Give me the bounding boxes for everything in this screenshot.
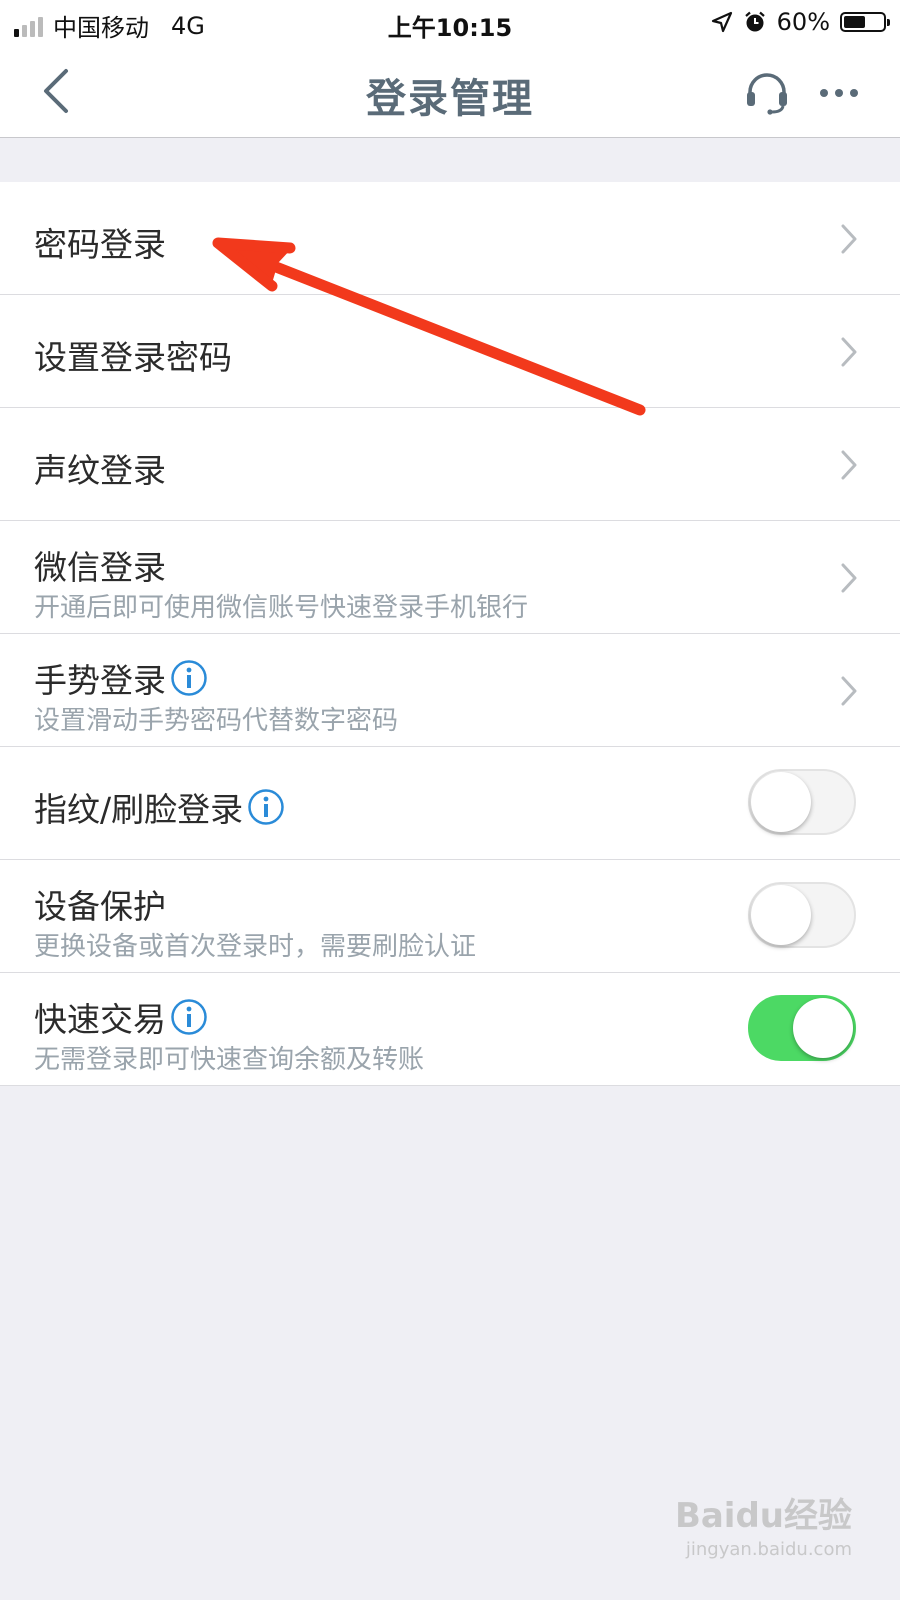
settings-row-set-login-password[interactable]: 设置登录密码 [0,295,900,408]
settings-row-title: 密码登录 [34,218,166,266]
chevron-right-icon [841,224,857,254]
settings-row-label: 密码登录 [34,225,166,264]
settings-row-label: 设置登录密码 [34,338,232,377]
settings-row-title: 声纹登录 [34,444,166,492]
settings-row-title: 手势登录 [34,654,208,702]
chevron-right-icon [841,450,857,480]
watermark-url: jingyan.baidu.com [685,1539,852,1560]
watermark-logo: Baidu经验 [674,1496,852,1536]
settings-row-subtitle: 无需登录即可快速查询余额及转账 [34,1045,425,1075]
status-bar: 中国移动 4G 上午10:15 60% [0,0,900,46]
toggle-switch[interactable] [748,995,856,1061]
battery-icon [840,12,890,32]
chevron-right-icon [841,337,857,367]
settings-row-voiceprint-login[interactable]: 声纹登录 [0,408,900,521]
settings-row-label: 设备保护 [34,887,166,926]
settings-row-label: 指纹/刷脸登录 [34,790,244,829]
settings-row-label: 快速交易 [34,1000,166,1039]
settings-row-device-protection: 设备保护更换设备或首次登录时，需要刷脸认证 [0,860,900,973]
settings-row-title: 设置登录密码 [34,331,232,379]
settings-row-title: 指纹/刷脸登录 [34,783,285,831]
info-icon[interactable] [170,659,208,697]
settings-row-title: 快速交易 [34,993,208,1041]
settings-row-title: 微信登录 [34,541,166,589]
headset-icon[interactable] [744,70,790,116]
toggle-switch[interactable] [748,769,856,835]
chevron-right-icon [841,563,857,593]
battery-fill [844,16,866,28]
watermark: Baidu经验 jingyan.baidu.com [675,1488,852,1560]
toggle-knob [751,772,811,832]
settings-row-gesture-login[interactable]: 手势登录设置滑动手势密码代替数字密码 [0,634,900,747]
location-arrow-icon [711,11,732,33]
settings-row-label: 微信登录 [34,548,166,587]
settings-row-title: 设备保护 [34,880,166,928]
toggle-knob [793,998,853,1058]
toggle-knob [751,885,811,945]
settings-row-quick-transaction: 快速交易无需登录即可快速查询余额及转账 [0,973,900,1086]
settings-list: 密码登录设置登录密码 声纹登录微信登录开通后即可使用微信账号快速登录手机银行手势登… [0,182,900,1086]
info-icon[interactable] [170,998,208,1036]
info-icon[interactable] [247,788,285,826]
alarm-icon [744,11,765,32]
settings-row-subtitle: 更换设备或首次登录时，需要刷脸认证 [34,932,477,962]
settings-row-subtitle: 开通后即可使用微信账号快速登录手机银行 [34,593,529,623]
more-dots-icon[interactable] [816,70,862,116]
toggle-switch[interactable] [748,882,856,948]
status-right: 60% [711,8,890,36]
settings-row-label: 手势登录 [34,661,166,700]
battery-percent: 60% [776,8,830,36]
settings-row-subtitle: 设置滑动手势密码代替数字密码 [34,706,399,736]
settings-row-label: 声纹登录 [34,451,166,490]
settings-row-wechat-login[interactable]: 微信登录开通后即可使用微信账号快速登录手机银行 [0,521,900,634]
nav-bar: 登录管理 [0,46,900,138]
settings-row-fingerprint-face-login: 指纹/刷脸登录 [0,747,900,860]
chevron-right-icon [841,676,857,706]
settings-row-password-login[interactable]: 密码登录 [0,182,900,295]
